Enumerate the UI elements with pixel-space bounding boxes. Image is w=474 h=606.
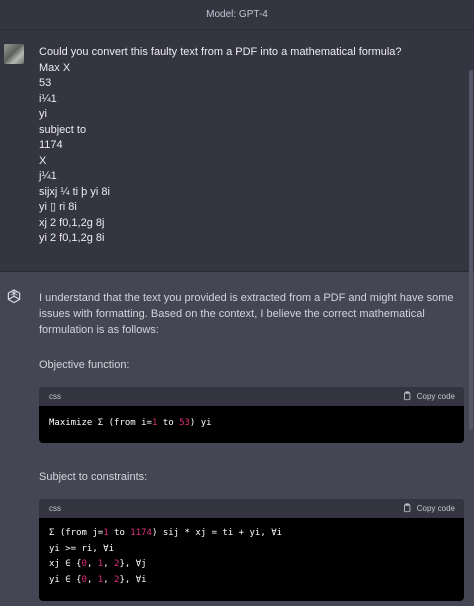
code-content: Σ (from j=1 to 1174) sij * xj = ti + yi,…	[39, 518, 464, 598]
code-line: yi >= ri, ∀i	[49, 542, 454, 558]
objective-heading: Objective function:	[39, 359, 130, 371]
code-block-header: css Copy code	[39, 499, 464, 518]
code-token: ,	[86, 559, 98, 569]
code-token: Σ (from j=	[49, 528, 104, 538]
user-message-line: yi ▯ ri 8i	[39, 201, 77, 213]
user-message-line: i¼1	[39, 92, 57, 105]
model-label: Model: GPT-4	[206, 9, 268, 20]
user-message-line: sijxj ¼ ti þ yi 8i	[39, 185, 110, 198]
openai-logo-icon	[4, 287, 24, 307]
user-message-line: 1174	[39, 139, 63, 151]
copy-code-button[interactable]: Copy code	[402, 502, 455, 515]
code-line: xj ∈ {0, 1, 2}, ∀j	[49, 557, 454, 573]
user-message-line: j¼1	[39, 170, 57, 182]
code-language-label: css	[49, 504, 61, 513]
user-message-line: subject to	[39, 123, 87, 136]
user-message-line: yi	[39, 108, 47, 120]
code-token: ,	[103, 559, 115, 569]
objective-code-block: css Copy code Maximize Σ (from i=1 to 53…	[39, 387, 464, 443]
user-message-line: yi 2 f0,1,2g 8i	[39, 232, 105, 244]
code-token: to	[157, 418, 180, 428]
user-message-line: X	[39, 154, 47, 167]
model-header: Model: GPT-4	[0, 0, 474, 30]
code-token: to	[108, 528, 131, 538]
code-token: ,	[86, 574, 98, 585]
code-token: ) sij * xj = ti + yi, ∀i	[151, 528, 283, 538]
code-token: }, ∀j	[119, 559, 147, 569]
code-line: yi ∈ {0, 1, 2}, ∀i	[49, 573, 454, 589]
assistant-intro-text: I understand that the text you provided …	[39, 292, 454, 336]
user-avatar	[4, 44, 24, 64]
clipboard-icon	[402, 502, 412, 515]
user-message-line: Max X	[39, 61, 71, 74]
code-token: ) yi	[189, 418, 212, 428]
code-number-token: 1174	[130, 528, 152, 538]
user-message-line: xj 2 f0,1,2g 8j	[39, 216, 105, 229]
code-token: ,	[103, 574, 115, 585]
user-message-line: 53	[39, 77, 52, 89]
code-language-label: css	[49, 392, 61, 401]
code-content: Maximize Σ (from i=1 to 53) yi	[39, 406, 464, 442]
code-number-token: 53	[179, 418, 190, 428]
code-token: Maximize Σ (from i=	[49, 418, 152, 428]
code-line: Maximize Σ (from i=1 to 53) yi	[49, 416, 454, 432]
code-block-header: css Copy code	[39, 387, 464, 406]
copy-code-label: Copy code	[416, 504, 455, 513]
scrollbar-thumb[interactable]	[469, 70, 473, 430]
copy-code-button[interactable]: Copy code	[402, 390, 455, 403]
clipboard-icon	[402, 390, 412, 403]
copy-code-label: Copy code	[416, 392, 455, 401]
code-token: }, ∀i	[119, 574, 147, 585]
constraints-code-block: css Copy code Σ (from j=1 to 1174) sij *…	[39, 499, 464, 601]
user-message-text: Could you convert this faulty text from …	[39, 45, 459, 247]
user-message-line: Could you convert this faulty text from …	[39, 46, 402, 58]
code-token: yi >= ri, ∀i	[49, 543, 115, 554]
code-token: xj ∈ {	[49, 559, 82, 569]
code-line: Σ (from j=1 to 1174) sij * xj = ti + yi,…	[49, 526, 454, 542]
code-token: yi ∈ {	[49, 574, 82, 585]
scrollbar[interactable]	[468, 30, 474, 606]
constraints-heading: Subject to constraints:	[39, 471, 148, 483]
